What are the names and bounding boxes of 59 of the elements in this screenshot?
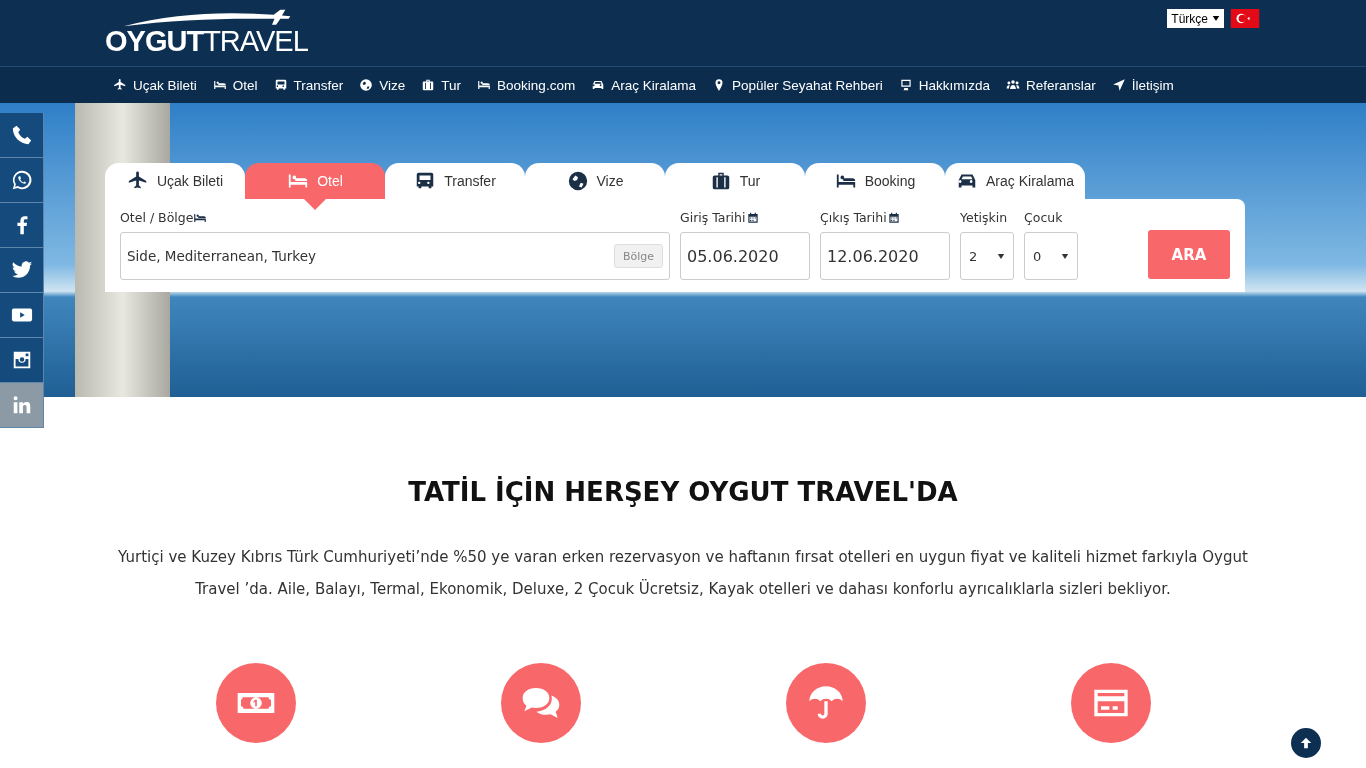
region-field[interactable]: Side, Mediterranean, Turkey Bölge <box>120 232 670 280</box>
language-select[interactable]: Türkçe <box>1167 9 1224 28</box>
nav-link[interactable]: Araç Kiralama <box>591 77 696 93</box>
logo-text: TRAVEL <box>203 28 308 54</box>
nav-link[interactable]: Popüler Seyahat Rehberi <box>711 77 883 93</box>
whatsapp-icon[interactable] <box>0 158 44 203</box>
adults-select[interactable]: 2 <box>960 232 1014 280</box>
car-icon <box>591 78 606 92</box>
globe-icon <box>359 78 374 92</box>
logo-text: OYGUT <box>105 28 204 54</box>
twitter-icon[interactable] <box>0 248 44 293</box>
caret-icon <box>1212 15 1220 22</box>
search-tab[interactable]: Vize <box>525 163 665 199</box>
field-label: Giriş Tarihi <box>680 209 746 227</box>
nav-link[interactable]: Referanslar <box>1006 77 1096 93</box>
nav-link[interactable]: Tur <box>421 77 462 93</box>
search-tab[interactable]: Tur <box>665 163 805 199</box>
date-field[interactable]: 12.06.2020 <box>820 232 950 280</box>
calendar-icon <box>886 211 901 225</box>
linkedin-icon[interactable] <box>0 383 44 428</box>
turkish-flag-icon[interactable] <box>1230 9 1260 28</box>
nav-link[interactable]: Uçak Bileti <box>113 77 197 93</box>
globe-icon <box>566 170 589 192</box>
nav-link[interactable]: Hakkımızda <box>898 77 991 93</box>
children-select[interactable]: 0 <box>1024 232 1078 280</box>
nav-link[interactable]: Vize <box>359 77 406 93</box>
nav-link[interactable]: İletişim <box>1111 77 1174 93</box>
users-icon <box>1006 78 1021 92</box>
search-tab[interactable]: Araç Kiralama <box>945 163 1085 199</box>
nav-link[interactable]: Booking.com <box>477 77 576 93</box>
suitcase-icon <box>421 78 436 92</box>
facebook-icon[interactable] <box>0 203 44 248</box>
date-field[interactable]: 05.06.2020 <box>680 232 810 280</box>
field-label: Otel / Bölge <box>120 209 194 227</box>
caret-icon <box>997 252 1005 260</box>
field-label: Çıkış Tarihi <box>820 209 887 227</box>
send-icon <box>1111 78 1126 92</box>
youtube-icon[interactable] <box>0 293 44 338</box>
phone-icon[interactable] <box>0 113 44 158</box>
calendar-icon <box>745 211 760 225</box>
bed-icon <box>212 78 227 92</box>
plane-icon <box>113 78 127 92</box>
search-tab[interactable]: Uçak Bileti <box>105 163 245 199</box>
tab-pointer-icon <box>304 199 326 210</box>
bed-icon <box>477 78 492 92</box>
caret-icon <box>1061 252 1069 260</box>
search-tab[interactable]: Booking <box>805 163 945 199</box>
section-title: TATİL İÇİN HERŞEY OYGUT TRAVEL'DA <box>408 477 958 507</box>
bus-icon <box>273 78 288 92</box>
nav-link[interactable]: Transfer <box>273 77 344 93</box>
nav-link[interactable]: Otel <box>212 77 258 93</box>
instagram-icon[interactable] <box>0 338 44 383</box>
monitor-icon <box>898 78 913 92</box>
search-tab[interactable]: Transfer <box>385 163 525 199</box>
intro-paragraph: Yurtiçi ve Kuzey Kıbrıs Türk Cumhuriyeti’nde %50 ye varan erken rezervasyon ve haftanın fırsat otelleri en uygun fiyat ve kaliteli hizmet farkıyla Oygut Travel ’da. Aile, Balayı, Termal, Ekonomik, Deluxe, 2 Çocuk Ücretsiz, Kayak otelleri ve dahası konforlu ayrıcalıklarla sizleri bekliyor. <box>117 547 1249 600</box>
bed-icon <box>193 211 208 225</box>
scroll-to-top-button[interactable] <box>1291 728 1321 758</box>
field-label: Yetişkin <box>960 209 1008 227</box>
field-label: Çocuk <box>1024 209 1063 227</box>
